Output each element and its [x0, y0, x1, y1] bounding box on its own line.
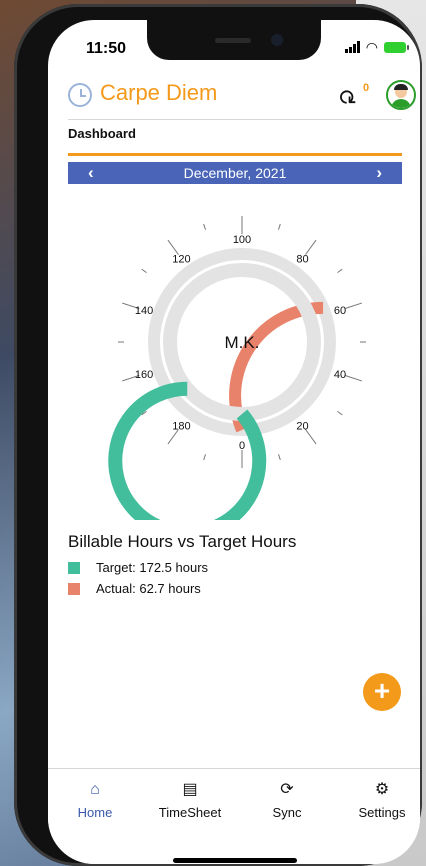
gauge-tick — [337, 268, 343, 274]
legend-swatch-actual — [68, 582, 80, 595]
gauge-tick — [141, 268, 147, 274]
tab-home[interactable]: ⌂ Home — [50, 779, 140, 820]
gauge-tick — [344, 302, 362, 310]
gauge-tick-label: 0 — [239, 440, 245, 452]
hours-gauge: 0 20 40 60 80 100 120 140 160 180 M.K. — [108, 216, 366, 520]
document-icon: ▤ — [182, 781, 198, 798]
gauge-tick-label: 80 — [296, 254, 308, 266]
gauge-tick — [203, 223, 207, 230]
legend-label-target: Target: 172.5 hours — [96, 560, 209, 575]
gauge-tick — [277, 454, 281, 461]
phone-frame: 11:50 ◠ Carpe Diem ⟳ 0 Dashboard ‹ Decem… — [14, 4, 422, 866]
gauge-tick-label: 40 — [334, 369, 346, 381]
legend-swatch-target — [68, 561, 80, 574]
gauge-center-label: M.K. — [225, 333, 260, 352]
add-entry-button[interactable]: + — [363, 673, 401, 711]
legend-title: Billable Hours vs Target Hours — [68, 532, 297, 551]
home-icon: ⌂ — [90, 781, 100, 798]
gauge-tick — [203, 454, 207, 461]
tab-timesheet[interactable]: ▤ TimeSheet — [145, 779, 235, 820]
gauge-tick — [344, 374, 362, 382]
gauge-tick-label: 160 — [135, 369, 153, 381]
legend-item-target: Target: 172.5 hours — [68, 560, 208, 575]
tab-timesheet-label: TimeSheet — [158, 805, 222, 820]
sync-icon: ⟳ — [280, 781, 294, 798]
gauge-tick-label: 100 — [233, 234, 251, 246]
tab-sync[interactable]: ⟳ Sync — [242, 779, 332, 820]
tab-home-label: Home — [77, 805, 113, 820]
home-indicator — [173, 858, 297, 863]
gear-icon: ⚙ — [374, 781, 390, 798]
phone-screen: 11:50 ◠ Carpe Diem ⟳ 0 Dashboard ‹ Decem… — [48, 20, 420, 864]
gauge-tick-label: 180 — [172, 420, 190, 432]
tab-sync-label: Sync — [272, 805, 302, 820]
tab-settings-label: Settings — [358, 805, 406, 820]
gauge-tick-label: 140 — [135, 305, 153, 317]
legend-item-actual: Actual: 62.7 hours — [68, 581, 201, 596]
gauge-tick — [277, 223, 281, 230]
tab-settings[interactable]: ⚙ Settings — [337, 779, 420, 820]
bottom-tab-bar: ⌂ Home ▤ TimeSheet ⟳ Sync ⚙ Settings — [48, 768, 420, 864]
gauge-tick — [167, 239, 179, 255]
gauge-tick-label: 20 — [296, 420, 308, 432]
gauge-tick-label: 60 — [334, 305, 346, 317]
legend-label-actual: Actual: 62.7 hours — [96, 581, 201, 596]
gauge-tick — [305, 239, 317, 255]
gauge-tick — [337, 410, 343, 416]
gauge-tick-label: 120 — [172, 254, 190, 266]
